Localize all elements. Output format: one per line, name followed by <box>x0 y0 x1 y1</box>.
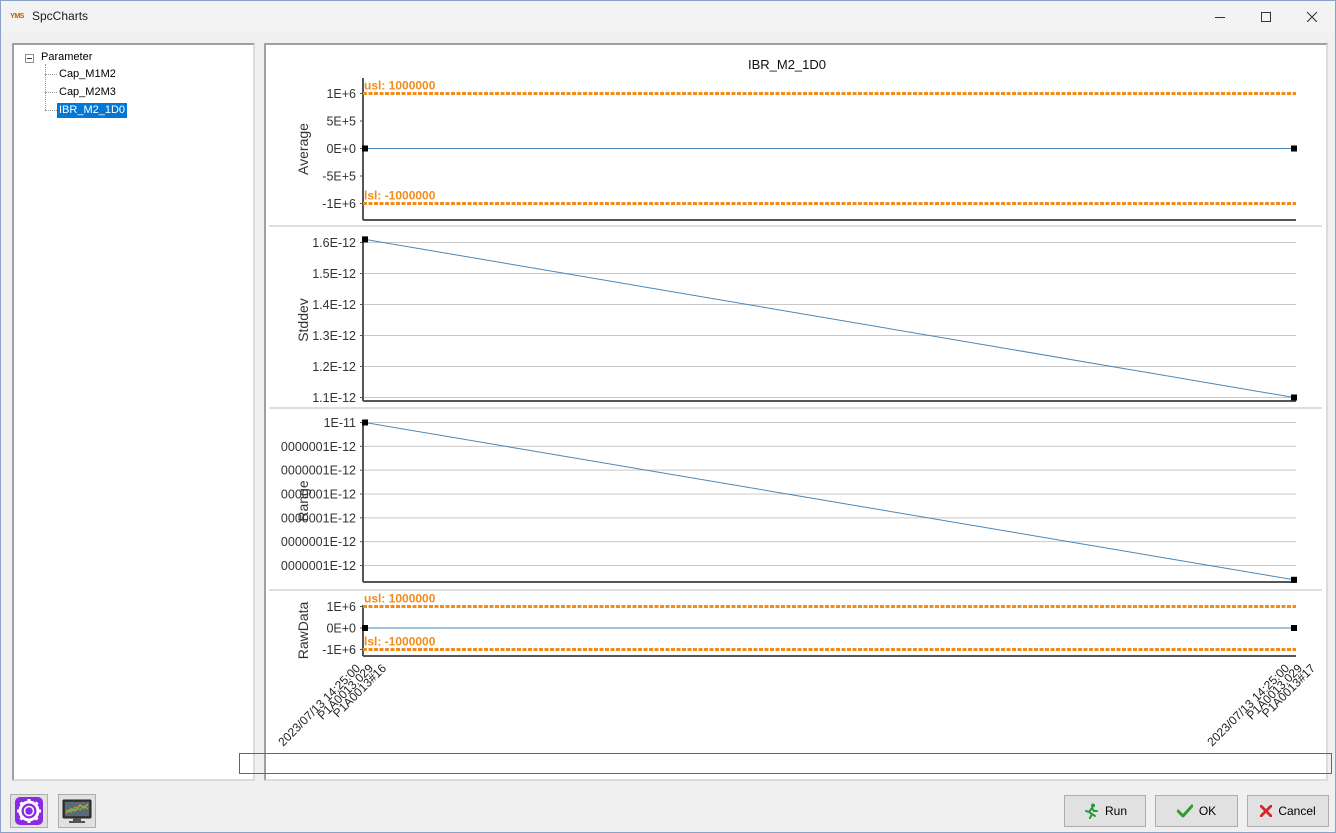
y-tick-label: -5E+5 <box>322 170 356 184</box>
y-tick-label: -1E+6 <box>322 643 356 657</box>
chart-view-button[interactable] <box>58 794 96 828</box>
checkmark-icon <box>1176 804 1193 818</box>
cancel-button[interactable]: Cancel <box>1247 795 1329 827</box>
y-tick-label: 0000001E-12 <box>281 488 356 502</box>
data-point <box>1291 625 1297 631</box>
y-axis-label: Stddev <box>295 298 311 342</box>
data-point <box>1291 145 1297 152</box>
series-line <box>364 238 1295 398</box>
y-axis-label: RawData <box>295 602 311 660</box>
y-tick-label: 0000001E-12 <box>281 464 356 478</box>
y-tick-label: 1.5E-12 <box>312 267 356 281</box>
y-tick-label: 0000001E-12 <box>281 559 356 573</box>
tree-collapse-toggle[interactable] <box>25 54 34 63</box>
y-tick-label: 1E+6 <box>326 600 356 614</box>
y-axis-label: Range <box>295 480 311 521</box>
data-point <box>1291 394 1297 401</box>
cancel-label: Cancel <box>1278 804 1316 818</box>
highlight-box <box>239 753 1332 774</box>
y-tick-label: 0000001E-12 <box>281 535 356 549</box>
spc-chart: IBR_M2_1D0 1E+6 5E+5 0E+0 -5E+5 -1E+6 Average u… <box>269 57 1322 749</box>
app-logo-icon: YMS <box>10 13 24 20</box>
close-button[interactable] <box>1289 1 1335 33</box>
title-bar[interactable]: YMS SpcCharts <box>1 1 1335 33</box>
spec-limit-label: lsl: -1000000 <box>364 635 436 649</box>
tree-root-parameter[interactable]: Parameter <box>39 50 94 65</box>
y-tick-label: 1.6E-12 <box>312 236 356 250</box>
tree-item-ibr-m2-1d0[interactable]: IBR_M2_1D0 <box>57 103 128 118</box>
window-title: SpcCharts <box>32 9 89 23</box>
spec-limit-label: usl: 1000000 <box>364 79 436 93</box>
tree-connector <box>45 110 57 111</box>
y-tick-label: 0000001E-12 <box>281 440 356 454</box>
gear-icon <box>15 797 43 825</box>
chart-monitor-icon <box>62 799 92 823</box>
spec-limit-label: lsl: -1000000 <box>364 189 436 203</box>
spccharts-window: YMS SpcCharts Parameter Cap_M1M2 Cap_M2M… <box>0 0 1336 833</box>
tree-connector <box>45 64 46 110</box>
maximize-button[interactable] <box>1243 1 1289 33</box>
y-tick-label: 0000001E-12 <box>281 511 356 525</box>
tree-item-cap-m1m2[interactable]: Cap_M1M2 <box>57 67 118 82</box>
y-tick-label: 1.3E-12 <box>312 329 356 343</box>
y-tick-label: 1E-11 <box>324 416 356 430</box>
spc-chart-panel: IBR_M2_1D0 1E+6 5E+5 0E+0 -5E+5 -1E+6 Average u… <box>264 43 1328 781</box>
y-tick-label: 0E+0 <box>326 622 356 636</box>
parameter-tree[interactable]: Parameter Cap_M1M2 Cap_M2M3 IBR_M2_1D0 <box>12 43 255 781</box>
data-point <box>362 625 368 631</box>
minimize-button[interactable] <box>1197 1 1243 33</box>
y-tick-label: -1E+6 <box>322 197 356 211</box>
y-tick-label: 1.2E-12 <box>312 360 356 374</box>
maximize-icon <box>1261 12 1271 22</box>
run-label: Run <box>1104 804 1127 818</box>
data-point <box>362 419 368 426</box>
running-person-icon <box>1084 803 1098 819</box>
x-mark-icon <box>1260 805 1273 817</box>
y-tick-label: 1E+6 <box>326 87 356 101</box>
tree-connector <box>45 92 57 93</box>
tree-connector <box>45 74 57 75</box>
run-button[interactable]: Run <box>1064 795 1146 827</box>
ok-button[interactable]: OK <box>1155 795 1238 827</box>
data-point <box>362 236 368 243</box>
close-icon <box>1307 12 1317 22</box>
settings-button[interactable] <box>10 794 48 828</box>
y-axis-label: Average <box>295 123 311 175</box>
ok-label: OK <box>1198 804 1217 818</box>
data-point <box>362 145 368 152</box>
chart-title: IBR_M2_1D0 <box>748 57 826 72</box>
y-tick-label: 1.1E-12 <box>312 391 356 405</box>
tree-item-cap-m2m3[interactable]: Cap_M2M3 <box>57 85 118 100</box>
spec-limit-label: usl: 1000000 <box>364 592 436 606</box>
minimize-icon <box>1215 17 1225 18</box>
y-tick-label: 1.4E-12 <box>312 298 356 312</box>
y-tick-label: 5E+5 <box>326 115 356 129</box>
data-point <box>1291 576 1297 583</box>
y-tick-label: 0E+0 <box>326 142 356 156</box>
